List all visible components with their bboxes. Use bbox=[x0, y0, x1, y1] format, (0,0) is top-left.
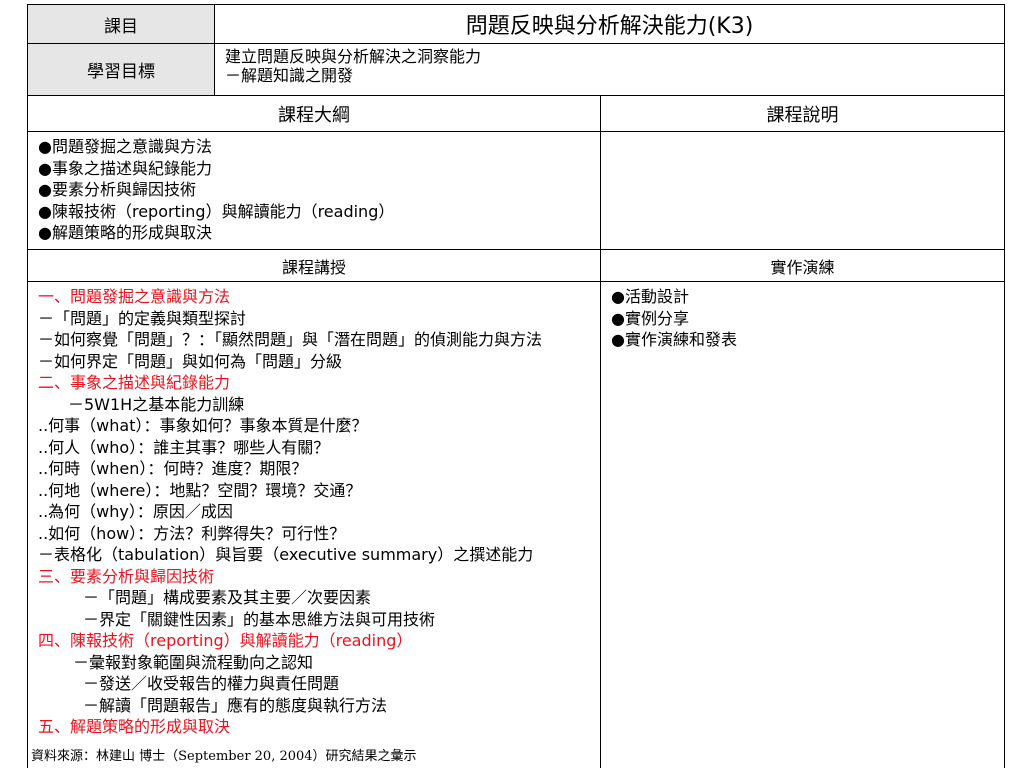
lecture-line: －界定「關鍵性因素」的基本思維方法與可用技術 bbox=[83, 609, 436, 629]
goal-label: 學習目標 bbox=[27, 43, 215, 96]
lecture-line: ..何地（where）：地點？空間？環境？交通？ bbox=[38, 480, 362, 500]
lecture-lines: 一、問題發掘之意識與方法 －「問題」的定義與類型探討 －如何察覺「問題」？：「顯然問… bbox=[38, 286, 590, 768]
outline-item: ●解題策略的形成與取決 bbox=[38, 223, 212, 242]
goal-text: 建立問題反映與分析解決之洞察能力 －解題知識之開發 bbox=[214, 43, 1005, 96]
subject-label: 課目 bbox=[27, 4, 215, 44]
lecture-cell: 一、問題發掘之意識與方法 －「問題」的定義與類型探討 －如何察覺「問題」？：「顯然問… bbox=[27, 281, 601, 768]
goal-line: －解題知識之開發 bbox=[225, 66, 354, 85]
lecture-line: －「問題」的定義與類型探討 bbox=[38, 308, 247, 328]
practice-item: ●實作演練和發表 bbox=[611, 330, 737, 349]
outline-item: ●事象之描述與紀錄能力 bbox=[38, 158, 212, 178]
outline-item: ●陳報技術（reporting）與解讀能力（reading） bbox=[38, 201, 395, 221]
lecture-line: ..何事（what）：事象如何？事象本質是什麼？ bbox=[38, 416, 368, 435]
description-cell bbox=[600, 131, 1005, 250]
outline-header-row: 課程大綱 課程說明 bbox=[27, 95, 1005, 132]
course-table: 課目 問題反映與分析解決能力(K3) 學習目標 建立問題反映與分析解決之洞察能力… bbox=[27, 4, 1005, 768]
lecture-line: －發送／收受報告的權力與責任問題 bbox=[83, 674, 340, 693]
lecture-line: －如何界定「問題」與如何為「問題」分級 bbox=[38, 351, 343, 371]
practice-list: ●活動設計 ●實例分享 ●實作演練和發表 bbox=[600, 281, 1005, 768]
lecture-section-heading: 五、解題策略的形成與取決 bbox=[38, 717, 231, 736]
lecture-line: ..何人（who）：誰主其事？哪些人有關？ bbox=[38, 437, 330, 457]
lecture-row: 一、問題發掘之意識與方法 －「問題」的定義與類型探討 －如何察覺「問題」？：「顯然問… bbox=[27, 281, 1005, 768]
lecture-line: ..如何（how）：方法？利弊得失？可行性？ bbox=[38, 523, 346, 543]
outline-row: ●問題發掘之意識與方法 ●事象之描述與紀錄能力 ●要素分析與歸因技術 ●陳報技術… bbox=[27, 131, 1005, 250]
lecture-line: －5W1H之基本能力訓練 bbox=[68, 394, 245, 414]
practice-header: 實作演練 bbox=[600, 249, 1005, 282]
lecture-line: －如何察覺「問題」？：「顯然問題」與「潛在問題」的偵測能力與方法 bbox=[38, 330, 543, 349]
lecture-section-heading: 三、要素分析與歸因技術 bbox=[38, 566, 215, 586]
lecture-line: －解讀「問題報告」應有的態度與執行方法 bbox=[83, 695, 388, 715]
lecture-line: －表格化（tabulation）與旨要（executive summary）之撰… bbox=[38, 545, 534, 564]
lecture-line: ..為何（why）：原因／成因 bbox=[38, 502, 233, 521]
practice-item: ●活動設計 bbox=[611, 287, 689, 306]
lecture-section-heading: 四、陳報技術（reporting）與解讀能力（reading） bbox=[38, 631, 413, 650]
outline-header: 課程大綱 bbox=[27, 95, 601, 132]
lecture-header: 課程講授 bbox=[27, 249, 601, 282]
subject-row: 課目 問題反映與分析解決能力(K3) bbox=[27, 4, 1005, 44]
subject-value: 問題反映與分析解決能力(K3) bbox=[214, 4, 1005, 44]
source-footnote: 資料來源：林建山 博士（September 20, 2004）研究結果之彙示 bbox=[31, 749, 417, 764]
description-header: 課程說明 bbox=[600, 95, 1005, 132]
slide: 課目 問題反映與分析解決能力(K3) 學習目標 建立問題反映與分析解決之洞察能力… bbox=[0, 0, 1024, 768]
goal-line: 建立問題反映與分析解決之洞察能力 bbox=[225, 47, 482, 66]
lecture-line: －「問題」構成要素及其主要／次要因素 bbox=[83, 588, 372, 607]
outline-item: ●問題發掘之意識與方法 bbox=[38, 137, 212, 156]
lecture-line: －彙報對象範圍與流程動向之認知 bbox=[73, 652, 314, 672]
lecture-header-row: 課程講授 實作演練 bbox=[27, 249, 1005, 282]
outline-item: ●要素分析與歸因技術 bbox=[38, 180, 196, 199]
goal-row: 學習目標 建立問題反映與分析解決之洞察能力 －解題知識之開發 bbox=[27, 43, 1005, 96]
lecture-line: ..何時（when）：何時？進度？期限？ bbox=[38, 459, 308, 478]
practice-item: ●實例分享 bbox=[611, 308, 689, 328]
lecture-section-heading: 二、事象之描述與紀錄能力 bbox=[38, 373, 231, 392]
outline-list: ●問題發掘之意識與方法 ●事象之描述與紀錄能力 ●要素分析與歸因技術 ●陳報技術… bbox=[27, 131, 601, 250]
lecture-section-heading: 一、問題發掘之意識與方法 bbox=[38, 287, 231, 306]
